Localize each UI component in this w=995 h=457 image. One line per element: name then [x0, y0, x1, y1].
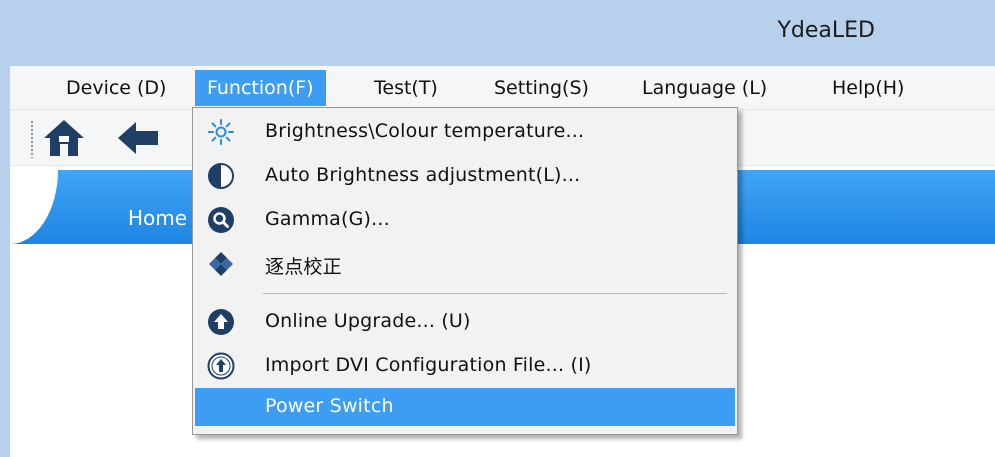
menu-help[interactable]: Help(H) [820, 70, 916, 106]
menu-item-label: Power Switch [265, 395, 394, 417]
menu-item-gamma[interactable]: Gamma(G)... [195, 201, 735, 239]
import-circle-icon [207, 352, 235, 380]
sun-icon [207, 118, 235, 146]
back-arrow-icon [118, 122, 158, 154]
menu-item-label: Brightness\Colour temperature... [265, 120, 585, 142]
menu-item-online-upgrade[interactable]: Online Upgrade... (U) [195, 303, 735, 341]
window-left-border [0, 0, 10, 457]
menu-item-power-switch[interactable]: Power Switch [195, 388, 735, 426]
home-icon [44, 120, 84, 156]
menu-item-label: Auto Brightness adjustment(L)... [265, 164, 581, 186]
app-window: YdeaLED Device (D) Function(F) Test(T) S… [0, 0, 995, 457]
menu-item-brightness[interactable]: Brightness\Colour temperature... [195, 113, 735, 151]
menu-item-import-dvi[interactable]: Import DVI Configuration File... (I) [195, 347, 735, 385]
magnifier-icon [207, 206, 235, 234]
function-dropdown-menu: Brightness\Colour temperature... Auto Br… [192, 107, 738, 435]
diamond-grid-icon [207, 250, 235, 278]
menu-device[interactable]: Device (D) [54, 70, 178, 106]
window-title: YdeaLED [777, 18, 875, 43]
home-button[interactable] [42, 118, 86, 158]
menu-bar: Device (D) Function(F) Test(T) Setting(S… [10, 66, 995, 110]
menu-setting[interactable]: Setting(S) [482, 70, 601, 106]
menu-language[interactable]: Language (L) [630, 70, 779, 106]
toolbar-grip[interactable] [30, 120, 34, 158]
title-bar[interactable]: YdeaLED [10, 0, 995, 66]
menu-function[interactable]: Function(F) [195, 70, 326, 106]
menu-item-label: 逐点校正 [265, 256, 342, 278]
back-button[interactable] [116, 118, 160, 158]
tab-home[interactable]: Home [128, 206, 187, 230]
menu-item-auto-brightness[interactable]: Auto Brightness adjustment(L)... [195, 157, 735, 195]
half-circle-icon [207, 162, 235, 190]
menu-separator [263, 293, 727, 294]
menu-item-label: Online Upgrade... (U) [265, 310, 471, 332]
menu-item-label: Import DVI Configuration File... (I) [265, 354, 592, 376]
menu-item-pointwise-correction[interactable]: 逐点校正 [195, 245, 735, 283]
menu-item-label: Gamma(G)... [265, 208, 390, 230]
menu-test[interactable]: Test(T) [362, 70, 450, 106]
upload-circle-icon [207, 308, 235, 336]
